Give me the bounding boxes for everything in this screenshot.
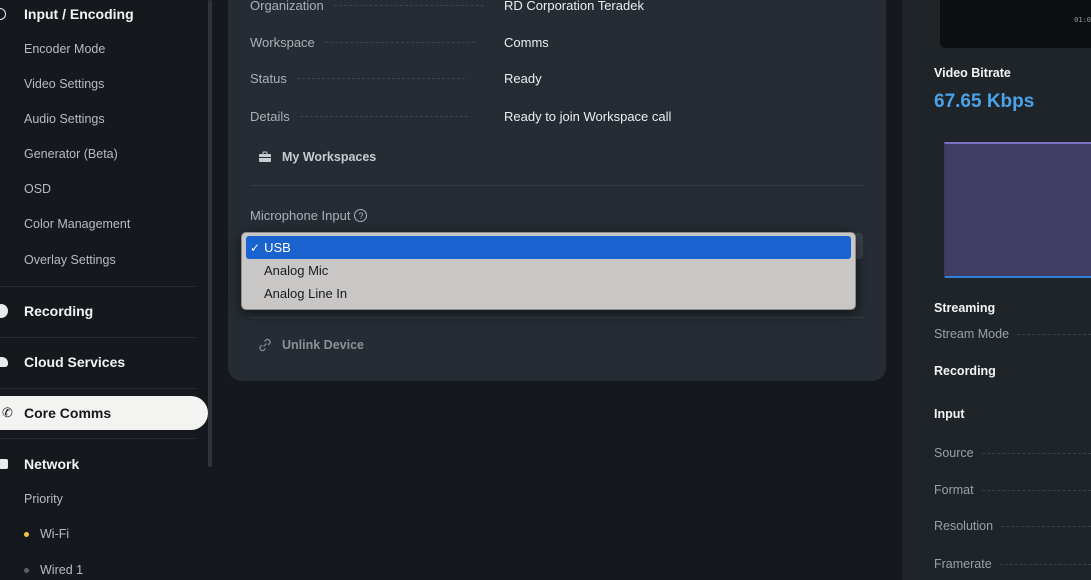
input-key: Resolution <box>934 519 994 533</box>
sidebar-section-label: Cloud Services <box>24 354 126 370</box>
wifi-status-dot <box>24 532 29 537</box>
leader-line <box>324 41 475 43</box>
sidebar-section-recording[interactable]: Recording <box>0 291 208 331</box>
input-key: Format <box>934 483 974 497</box>
leader-line <box>981 489 1091 491</box>
sidebar-item-encoder-mode[interactable]: Encoder Mode <box>24 42 105 56</box>
graph-baseline <box>945 276 1091 278</box>
info-row-workspace: Workspace Comms <box>250 32 870 52</box>
sidebar-item-generator[interactable]: Generator (Beta) <box>24 147 118 161</box>
sidebar-item-wired-1[interactable]: Wired 1 <box>40 563 83 577</box>
leader-line <box>999 563 1091 565</box>
my-workspaces-link[interactable]: My Workspaces <box>258 150 376 164</box>
leader-line <box>296 77 465 79</box>
leader-line <box>981 452 1091 454</box>
leader-line <box>299 115 468 117</box>
info-key: Status <box>250 70 287 86</box>
mic-option-usb[interactable]: ✓ USB <box>246 236 851 259</box>
info-value: RD Corporation Teradek <box>504 0 644 13</box>
link-icon <box>259 338 271 352</box>
timecode: 01:0 <box>1074 16 1091 24</box>
sidebar-section-label: Input / Encoding <box>24 6 134 22</box>
sidebar-section-input-encoding[interactable]: Input / Encoding <box>0 0 208 34</box>
option-label: USB <box>264 240 291 255</box>
sidebar-item-audio-settings[interactable]: Audio Settings <box>24 112 105 126</box>
sidebar-section-cloud-services[interactable]: Cloud Services <box>0 342 208 382</box>
streaming-title: Streaming <box>934 301 996 315</box>
checkmark-icon: ✓ <box>250 240 261 255</box>
microphone-input-menu[interactable]: ✓ USB Analog Mic Analog Line In <box>241 232 856 310</box>
microphone-input-text: Microphone Input <box>250 208 351 223</box>
recording-title: Recording <box>934 364 996 378</box>
info-key: Organization <box>250 0 324 13</box>
unlink-device-button[interactable]: Unlink Device <box>258 338 364 352</box>
info-value: Comms <box>504 34 549 50</box>
sidebar-scrollbar[interactable] <box>208 0 212 467</box>
core-comms-card: Organization RD Corporation Teradek Work… <box>228 0 886 381</box>
sidebar-item-osd[interactable]: OSD <box>24 182 51 196</box>
sidebar-divider <box>0 286 196 287</box>
sidebar-section-label: Core Comms <box>24 405 112 421</box>
sidebar-section-label: Network <box>24 456 80 472</box>
leader-line <box>333 4 484 6</box>
briefcase-icon <box>259 151 271 162</box>
bitrate-graph <box>944 142 1091 278</box>
mic-option-analog-mic[interactable]: Analog Mic <box>246 259 851 282</box>
network-icon <box>0 459 8 469</box>
info-row-organization: Organization RD Corporation Teradek <box>250 0 870 15</box>
option-label: Analog Line In <box>264 286 348 301</box>
my-workspaces-label: My Workspaces <box>282 150 377 164</box>
sidebar-divider <box>0 388 196 389</box>
info-row-details: Details Ready to join Workspace call <box>250 106 870 126</box>
input-encoding-icon <box>0 8 6 20</box>
video-preview: 01:0 <box>940 0 1091 48</box>
option-label: Analog Mic <box>264 263 329 278</box>
input-row-resolution: Resolution <box>934 519 1091 533</box>
video-bitrate-title: Video Bitrate <box>934 66 1011 80</box>
info-value: Ready to join Workspace call <box>504 108 672 124</box>
input-title: Input <box>934 407 965 421</box>
info-key: Details <box>250 108 290 124</box>
card-divider <box>250 317 864 318</box>
info-value: Ready <box>504 70 542 86</box>
status-panel: 01:0 Video Bitrate 67.65 Kbps Streaming … <box>902 0 1091 580</box>
input-row-source: Source <box>934 446 1091 460</box>
sidebar-section-label: Recording <box>24 303 94 319</box>
sidebar-item-overlay-settings[interactable]: Overlay Settings <box>24 253 116 267</box>
stream-mode-row: Stream Mode <box>934 327 1091 341</box>
sidebar-section-network[interactable]: Network <box>0 444 208 484</box>
leader-line <box>1001 525 1091 527</box>
sidebar: Input / Encoding Encoder Mode Video Sett… <box>0 0 212 580</box>
input-row-framerate: Framerate <box>934 557 1091 571</box>
info-row-status: Status Ready <box>250 68 870 88</box>
microphone-input-label: Microphone Input ? <box>250 208 368 223</box>
sidebar-item-wifi[interactable]: Wi-Fi <box>40 527 69 541</box>
unlink-device-label: Unlink Device <box>282 338 364 352</box>
info-key: Workspace <box>250 34 315 50</box>
leader-line <box>1017 333 1091 335</box>
input-key: Framerate <box>934 557 992 571</box>
sidebar-divider <box>0 438 196 439</box>
video-bitrate-value: 67.65 Kbps <box>934 91 1035 112</box>
input-row-format: Format <box>934 483 1091 497</box>
card-divider <box>250 185 864 186</box>
sidebar-section-core-comms[interactable]: ✆ Core Comms <box>0 396 208 430</box>
mic-option-analog-line-in[interactable]: Analog Line In <box>246 282 851 305</box>
stream-mode-label: Stream Mode <box>934 327 1010 341</box>
sidebar-divider <box>0 337 196 338</box>
sidebar-item-video-settings[interactable]: Video Settings <box>24 77 104 91</box>
cloud-icon <box>0 357 8 367</box>
headset-icon: ✆ <box>2 405 13 420</box>
recording-icon <box>0 304 8 318</box>
help-icon[interactable]: ? <box>354 209 368 222</box>
sidebar-item-color-management[interactable]: Color Management <box>24 217 130 231</box>
wired-status-dot <box>24 568 29 573</box>
input-key: Source <box>934 446 974 460</box>
sidebar-item-priority[interactable]: Priority <box>24 492 63 506</box>
